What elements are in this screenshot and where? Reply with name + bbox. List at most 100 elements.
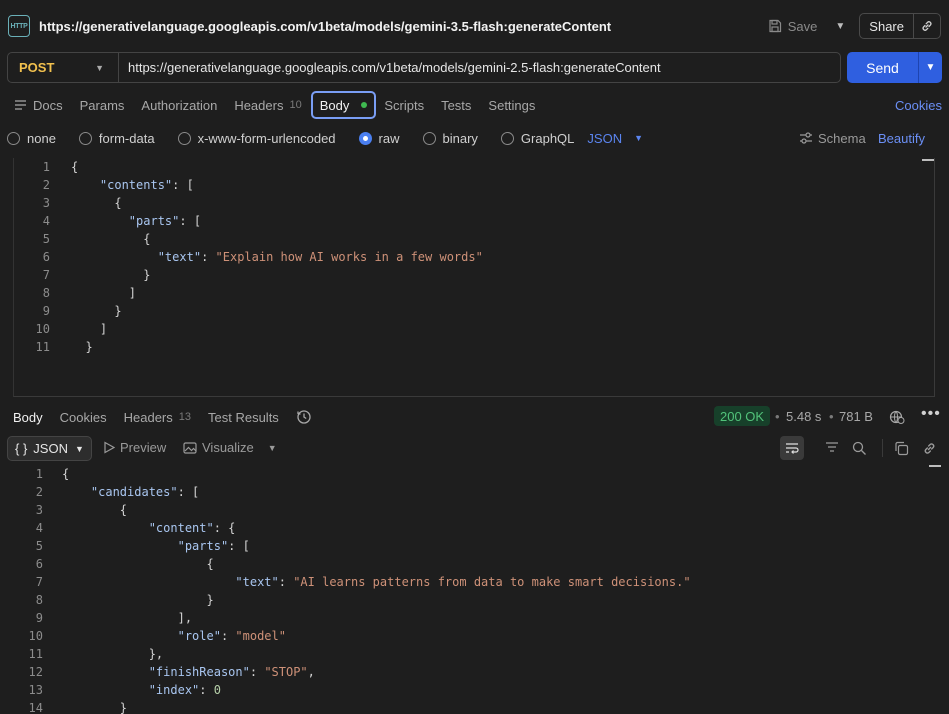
code-token: }, (62, 647, 164, 661)
code-token: "finishReason" (148, 665, 250, 679)
copy-link-button[interactable] (914, 14, 940, 38)
tab-authorization[interactable]: Authorization (141, 91, 217, 119)
response-time[interactable]: 5.48 s (786, 409, 821, 424)
tab-params-label: Params (79, 97, 125, 113)
tab-body[interactable]: Body (310, 91, 377, 119)
link-icon[interactable] (922, 441, 937, 456)
code-line: 8 } (0, 591, 949, 609)
code-text: ], (43, 609, 192, 627)
code-text: { (50, 158, 78, 176)
tab-settings[interactable]: Settings (488, 91, 535, 119)
code-text: "finishReason": "STOP", (43, 663, 315, 681)
response-tab-cookies[interactable]: Cookies (60, 410, 107, 425)
line-number: 7 (42, 268, 50, 282)
code-token: : { (213, 521, 236, 535)
line-number: 6 (35, 557, 43, 571)
network-globe-icon[interactable] (889, 409, 905, 425)
request-url-input[interactable]: https://generativelanguage.googleapis.co… (119, 60, 661, 75)
tab-docs[interactable]: Docs (14, 91, 63, 119)
radio-circle (422, 131, 436, 145)
play-icon (104, 441, 115, 454)
send-button[interactable]: Send (847, 52, 918, 83)
braces-icon: { } (15, 441, 28, 456)
response-body-viewer[interactable]: 1{2 "candidates": [3 {4 "content": {5 "p… (0, 465, 949, 714)
response-format-label: JSON (33, 441, 68, 456)
request-tabs: Docs Params Authorization Headers 10 Bod… (0, 90, 949, 120)
code-token: "role" (177, 629, 221, 643)
more-options-icon[interactable]: ••• (921, 405, 941, 423)
response-tab-body[interactable]: Body (13, 410, 43, 425)
line-number: 11 (35, 340, 50, 354)
code-line: 2 "candidates": [ (0, 483, 949, 501)
body-type-row: none form-data x-www-form-urlencoded raw… (0, 126, 949, 150)
tab-docs-label: Docs (33, 97, 63, 113)
tab-params[interactable]: Params (80, 91, 125, 119)
raw-format-select[interactable]: JSON ▼ (587, 131, 643, 146)
radio-urlencoded[interactable]: x-www-form-urlencoded (177, 131, 336, 146)
status-badge[interactable]: 200 OK (714, 406, 771, 426)
response-format-select[interactable]: { } JSON ▼ (7, 436, 92, 461)
code-line: 14 } (0, 699, 949, 714)
code-line: 3 { (0, 501, 949, 519)
radio-graphql[interactable]: GraphQL (500, 131, 574, 146)
http-method-select[interactable]: POST ▼ (8, 53, 119, 82)
radio-binary-label: binary (442, 130, 478, 146)
wrap-lines-button[interactable] (780, 436, 804, 460)
history-icon[interactable] (296, 409, 312, 425)
beautify-button[interactable]: Beautify (878, 131, 925, 146)
response-tab-headers[interactable]: Headers 13 (124, 410, 191, 425)
code-token: "model" (235, 629, 286, 643)
response-tab-test-results[interactable]: Test Results (208, 410, 279, 425)
tab-scripts-label: Scripts (384, 97, 425, 113)
save-options-chevron-down-icon[interactable]: ▼ (835, 21, 845, 32)
code-token: : [ (179, 214, 202, 228)
save-button[interactable]: Save (764, 13, 822, 39)
request-title[interactable]: https://generativelanguage.googleapis.co… (39, 19, 611, 34)
code-token: : (220, 629, 236, 643)
radio-circle-checked (358, 131, 372, 145)
code-token: { (71, 160, 79, 174)
tab-tests[interactable]: Tests (441, 91, 471, 119)
code-line: 12 "finishReason": "STOP", (0, 663, 949, 681)
separator-dot: • (829, 409, 834, 424)
preview-button[interactable]: Preview (103, 440, 166, 455)
send-options-chevron-down-icon[interactable]: ▼ (918, 52, 942, 83)
http-request-icon: HTTP (8, 15, 30, 37)
title-actions: Save ▼ Share (764, 13, 941, 39)
chevron-down-icon[interactable]: ▼ (268, 443, 277, 453)
tab-headers[interactable]: Headers 10 (234, 91, 301, 119)
code-token: { (62, 503, 128, 517)
schema-button[interactable]: Schema (799, 131, 866, 146)
response-viewer-scrollbar[interactable] (929, 465, 941, 467)
request-editor-scrollbar[interactable] (922, 159, 934, 161)
cookies-link[interactable]: Cookies (895, 98, 942, 113)
line-number: 3 (42, 196, 50, 210)
radio-binary[interactable]: binary (422, 130, 478, 146)
request-body-editor[interactable]: 1{2 "contents": [3 {4 "parts": [5 {6 "te… (13, 158, 935, 397)
code-token: 0 (213, 683, 221, 697)
search-icon[interactable] (852, 441, 867, 456)
share-group: Share (859, 13, 941, 39)
code-token: { (62, 557, 214, 571)
code-token: "candidates" (90, 485, 178, 499)
share-button[interactable]: Share (860, 14, 914, 38)
separator-dot: • (775, 409, 780, 424)
line-number: 5 (42, 232, 50, 246)
filter-icon[interactable] (825, 441, 839, 453)
response-size[interactable]: 781 B (839, 409, 873, 424)
radio-circle (7, 131, 20, 145)
image-icon (183, 441, 197, 454)
tab-scripts[interactable]: Scripts (384, 91, 424, 119)
copy-icon[interactable] (894, 441, 909, 456)
code-token: "parts" (177, 539, 229, 553)
code-line: 4 "parts": [ (14, 212, 935, 230)
code-token: "content" (148, 521, 214, 535)
save-icon (769, 19, 781, 33)
radio-raw[interactable]: raw (358, 131, 400, 146)
code-line: 13 "index": 0 (0, 681, 949, 699)
radio-none[interactable]: none (7, 131, 56, 146)
visualize-button[interactable]: Visualize ▼ (183, 440, 277, 455)
radio-form-data[interactable]: form-data (78, 131, 155, 146)
